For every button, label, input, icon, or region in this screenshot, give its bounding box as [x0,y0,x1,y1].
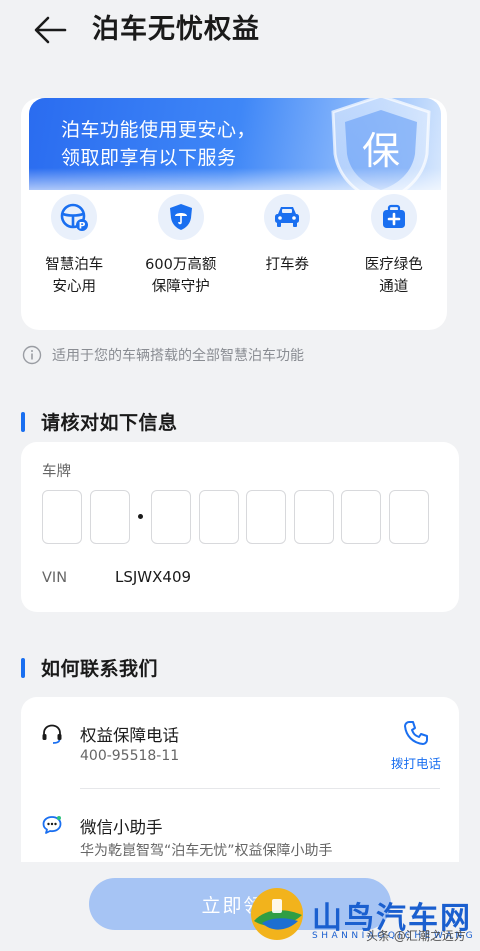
service-item-smart-parking[interactable]: P 智慧泊车 安心用 [21,194,128,324]
banner-line-1: 泊车功能使用更安心， [61,119,257,141]
svg-text:P: P [79,222,86,232]
info-icon [22,345,42,365]
service-label: 打车券 [265,257,310,273]
plate-char-box-7[interactable] [341,490,381,544]
service-label: 医疗绿色 通道 [364,257,423,295]
verify-section-title: 请核对如下信息 [41,412,178,434]
wechat-desc: 华为乾崑智驾“泊车无忧”权益保障小助手 [80,843,333,859]
shield-umbrella-icon [157,194,204,240]
plate-char-box-2[interactable] [90,490,130,544]
plate-separator-dot [138,514,143,519]
wechat-title: 微信小助手 [80,818,163,837]
call-button[interactable]: 拨打电话 [381,719,451,773]
divider [80,788,440,789]
plate-char-box-1[interactable] [42,490,82,544]
hotline-number: 400-95518-11 [80,748,180,764]
plate-char-box-8[interactable] [389,490,429,544]
verify-card: 车牌 VIN LSJWX409 [21,442,459,612]
section-accent-bar [21,411,25,432]
contact-section-title: 如何联系我们 [41,658,159,680]
medical-kit-icon [370,194,417,240]
service-list: P 智慧泊车 安心用 600万高额 保障守护 打车券 医疗绿色 通道 [21,194,447,324]
info-note: 适用于您的车辆搭载的全部智慧泊车功能 [22,345,304,365]
section-accent-bar [21,657,25,678]
info-note-text: 适用于您的车辆搭载的全部智慧泊车功能 [52,348,304,364]
service-label: 600万高额 保障守护 [145,257,217,295]
vin-value: LSJWX409 [115,568,192,586]
headset-icon [42,724,62,744]
plate-char-box-3[interactable] [151,490,191,544]
service-item-insurance[interactable]: 600万高额 保障守护 [128,194,235,324]
service-item-medical[interactable]: 医疗绿色 通道 [341,194,448,324]
claim-now-button[interactable]: 立即领 [89,878,391,930]
header-bar: 泊车无忧权益 [0,0,480,64]
service-item-taxi-coupon[interactable]: 打车券 [234,194,341,324]
back-button[interactable] [30,12,70,48]
svg-text:保: 保 [362,129,400,173]
banner-text: 泊车功能使用更安心， 领取即享有以下服务 [61,116,256,172]
contact-card: 权益保障电话 400-95518-11 拨打电话 微信小助手 华为乾崑智驾“泊车… [21,697,459,867]
contact-section-header: 如何联系我们 [21,654,158,681]
vin-label: VIN [42,570,68,586]
hotline-title: 权益保障电话 [80,726,179,745]
car-icon [264,194,311,240]
call-button-label: 拨打电话 [390,756,441,771]
chat-bubble-icon [42,816,62,834]
page-title: 泊车无忧权益 [92,14,260,45]
claim-button-label: 立即领 [201,894,265,917]
plate-label: 车牌 [42,464,71,480]
plate-char-box-5[interactable] [246,490,286,544]
verify-section-header: 请核对如下信息 [21,408,178,435]
service-label: 智慧泊车 安心用 [45,257,104,295]
back-arrow-icon [34,16,67,44]
plate-char-box-6[interactable] [294,490,334,544]
plate-char-box-4[interactable] [199,490,239,544]
phone-icon [404,721,428,745]
steering-wheel-icon: P [51,194,98,240]
benefit-card: 泊车功能使用更安心， 领取即享有以下服务 保 P 智慧泊车 安心用 600万高额… [21,98,447,330]
